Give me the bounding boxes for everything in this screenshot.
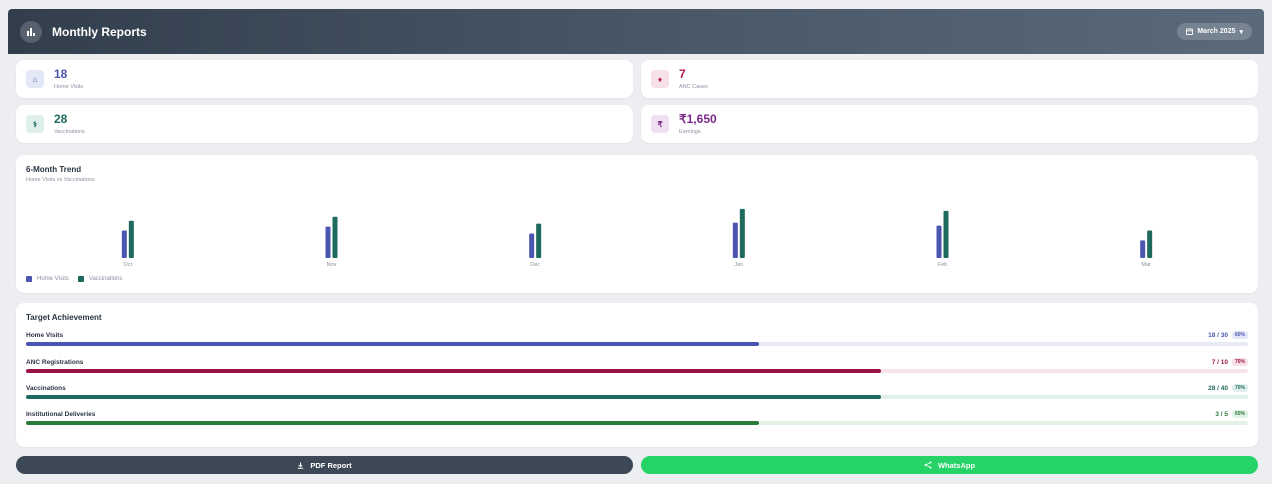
bar-home-visits-dec <box>529 233 535 258</box>
target-label: Institutional Deliveries <box>26 411 96 418</box>
share-icon <box>924 461 932 469</box>
x-tick-label: Jan <box>734 262 743 268</box>
stat-value: 7 <box>679 67 686 81</box>
legend-label-vaccinations: Vaccinations <box>88 276 123 282</box>
target-progress-fill <box>26 421 760 425</box>
bar-vaccinations-nov <box>332 216 338 258</box>
target-progress: 28 / 40 <box>1208 384 1228 392</box>
target-progress-group: 28 / 40 70% <box>1208 384 1248 392</box>
bar-home-visits-mar <box>1140 240 1146 258</box>
legend-label-home-visits: Home Visits <box>37 276 69 282</box>
stat-card-earnings: ₹ ₹1,650 Earnings <box>641 105 1258 143</box>
target-progress-group: 18 / 30 60% <box>1208 331 1248 339</box>
target-progress-track <box>26 421 1248 425</box>
target-label: ANC Registrations <box>26 359 84 366</box>
x-tick-label: Feb <box>938 262 947 268</box>
bar-vaccinations-oct <box>128 220 134 258</box>
pregnancy-icon: ♦ <box>651 70 669 88</box>
target-label: Home Visits <box>26 332 64 339</box>
x-tick-label: Nov <box>327 262 337 268</box>
bar-home-visits-nov <box>325 226 331 258</box>
download-icon <box>298 462 304 469</box>
pdf-report-button[interactable]: PDF Report <box>16 456 633 474</box>
target-progress: 7 / 10 <box>1211 358 1228 366</box>
target-label: Vaccinations <box>26 385 66 392</box>
target-progress-track <box>26 342 1248 346</box>
home-icon: ⌂ <box>26 70 44 88</box>
target-progress-group: 7 / 10 70% <box>1212 358 1248 366</box>
target-title: Target Achievement <box>26 313 102 322</box>
target-progress: 18 / 30 <box>1208 331 1228 339</box>
bar-vaccinations-feb <box>943 210 949 258</box>
stat-value: ₹1,650 <box>679 112 717 126</box>
bar-vaccinations-dec <box>536 223 542 258</box>
trend-title: 6-Month Trend <box>26 165 82 174</box>
bar-home-visits-feb <box>936 225 942 258</box>
target-progress-track <box>26 369 1248 373</box>
x-tick-label: Dec <box>530 262 540 268</box>
rupee-icon: ₹ <box>651 115 669 133</box>
target-progress-fill <box>26 369 882 373</box>
x-tick-label: Oct <box>124 262 133 268</box>
whatsapp-label: WhatsApp <box>937 460 976 470</box>
target-percent-badge: 60% <box>1231 410 1248 418</box>
month-label: March 2025 <box>1197 28 1236 35</box>
stat-value: 18 <box>54 67 68 81</box>
chevron-down-icon: ▾ <box>1239 28 1243 36</box>
stat-card-vaccinations: ⚕ 28 Vaccinations <box>16 105 633 143</box>
trend-subtitle: Home Visits vs Vaccinations <box>26 177 95 183</box>
legend-swatch-home-visits <box>26 276 32 282</box>
trend-chart: Oct Nov Dec Jan Feb Mar <box>121 208 1153 268</box>
whatsapp-button[interactable]: WhatsApp <box>641 456 1258 474</box>
target-progress-group: 3 / 5 60% <box>1215 410 1248 418</box>
stat-label: Earnings <box>679 129 701 135</box>
target-progress: 3 / 5 <box>1215 410 1228 418</box>
target-percent-badge: 70% <box>1231 358 1248 366</box>
target-card: Target Achievement Home Visits 18 / 30 60%… <box>16 303 1258 447</box>
stat-label: Home Visits <box>54 84 84 90</box>
pdf-report-label: PDF Report <box>310 460 352 470</box>
page-title: Monthly Reports <box>52 24 147 39</box>
trend-card: 6-Month Trend Home Visits vs Vaccination… <box>16 155 1258 293</box>
bar-vaccinations-jan <box>739 208 745 258</box>
calendar-icon <box>1186 28 1194 35</box>
target-progress-fill <box>26 342 760 346</box>
chart-legend: Home Visits Vaccinations <box>26 276 122 282</box>
target-progress-fill <box>26 395 882 399</box>
legend-swatch-vaccinations <box>77 276 84 282</box>
stat-label: Vaccinations <box>54 129 85 135</box>
target-progress-track <box>26 395 1248 399</box>
bar-home-visits-jan <box>732 222 738 258</box>
bar-vaccinations-mar <box>1147 230 1153 258</box>
target-percent-badge: 70% <box>1231 384 1248 392</box>
stat-card-anc-cases: ♦ 7 ANC Cases <box>641 60 1258 98</box>
page-header: Monthly Reports March 2025 ▾ <box>8 9 1264 54</box>
stat-card-home-visits: ⌂ 18 Home Visits <box>16 60 633 98</box>
stat-label: ANC Cases <box>679 84 708 90</box>
target-percent-badge: 60% <box>1231 331 1248 339</box>
bar-home-visits-oct <box>121 230 127 258</box>
vaccine-icon: ⚕ <box>26 115 44 133</box>
stat-value: 28 <box>54 112 68 126</box>
month-selector[interactable]: March 2025 ▾ <box>1177 23 1252 40</box>
x-tick-label: Mar <box>1141 262 1151 268</box>
bar-chart-icon <box>20 20 42 43</box>
